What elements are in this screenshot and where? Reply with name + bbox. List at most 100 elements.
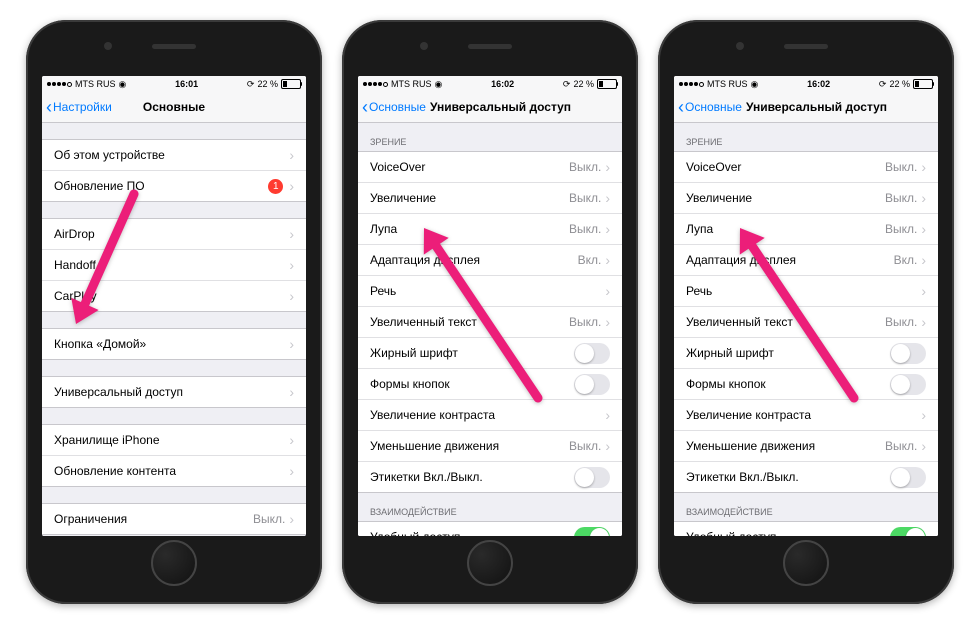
row-label: Этикетки Вкл./Выкл. [370, 470, 574, 484]
settings-row[interactable]: Handoff› [42, 249, 306, 280]
home-button[interactable] [467, 540, 513, 586]
speaker [468, 44, 512, 49]
settings-row[interactable]: CarPlay› [42, 280, 306, 312]
home-button[interactable] [151, 540, 197, 586]
row-label: Речь [370, 284, 605, 298]
row-label: CarPlay [54, 289, 289, 303]
section-header: ВЗАИМОДЕЙСТВИЕ [358, 493, 622, 521]
settings-row[interactable]: Речь› [358, 275, 622, 306]
toggle[interactable] [574, 374, 610, 395]
row-value: Выкл. [569, 439, 601, 453]
spacer [42, 408, 306, 424]
settings-row[interactable]: Увеличенный текстВыкл.› [674, 306, 938, 337]
page-title: Универсальный доступ [430, 100, 618, 114]
status-bar: MTS RUS ◉ 16:02 ⟳ 22 % [674, 76, 938, 92]
chevron-right-icon: › [289, 148, 294, 162]
settings-row[interactable]: ЛупаВыкл.› [674, 213, 938, 244]
orientation-lock-icon: ⟳ [247, 79, 255, 90]
settings-row[interactable]: VoiceOverВыкл.› [674, 151, 938, 182]
settings-row[interactable]: Увеличенный текстВыкл.› [358, 306, 622, 337]
toggle[interactable] [890, 343, 926, 364]
settings-row[interactable]: Удобный доступ [358, 521, 622, 536]
settings-group: VoiceOverВыкл.› УвеличениеВыкл.› ЛупаВык… [674, 151, 938, 493]
carrier-label: MTS RUS [391, 79, 432, 89]
settings-row[interactable]: Адаптация дисплеяВкл.› [358, 244, 622, 275]
chevron-right-icon: › [289, 464, 294, 478]
nav-bar: ‹ Настройки Основные [42, 92, 306, 123]
settings-row[interactable]: AirDrop› [42, 218, 306, 249]
settings-row[interactable]: Этикетки Вкл./Выкл. [358, 461, 622, 493]
settings-row[interactable]: Уменьшение движенияВыкл.› [358, 430, 622, 461]
back-button[interactable]: ‹ Настройки [46, 98, 112, 116]
settings-row[interactable]: Этикетки Вкл./Выкл. [674, 461, 938, 493]
toggle[interactable] [890, 374, 926, 395]
phone-frame: MTS RUS ◉ 16:01 ⟳ 22 % ‹ Настройки Основ… [26, 20, 322, 604]
chevron-right-icon: › [605, 253, 610, 267]
settings-row[interactable]: Удобный доступ [674, 521, 938, 536]
toggle[interactable] [890, 467, 926, 488]
settings-row[interactable]: Универсальный доступ› [42, 376, 306, 408]
toggle[interactable] [890, 527, 926, 537]
settings-row[interactable]: Формы кнопок [358, 368, 622, 399]
page-title: Универсальный доступ [746, 100, 934, 114]
settings-row[interactable]: Уменьшение движенияВыкл.› [674, 430, 938, 461]
chevron-left-icon: ‹ [678, 98, 684, 116]
row-value: Выкл. [569, 222, 601, 236]
chevron-right-icon: › [921, 315, 926, 329]
row-label: Этикетки Вкл./Выкл. [686, 470, 890, 484]
chevron-right-icon: › [921, 191, 926, 205]
settings-group: Об этом устройстве› Обновление ПО1› [42, 139, 306, 202]
chevron-right-icon: › [605, 315, 610, 329]
camera [420, 42, 428, 50]
carrier-label: MTS RUS [707, 79, 748, 89]
settings-row[interactable]: Жирный шрифт [358, 337, 622, 368]
row-label: VoiceOver [686, 160, 885, 174]
settings-row[interactable]: ЛупаВыкл.› [358, 213, 622, 244]
chevron-right-icon: › [921, 160, 926, 174]
row-value: Выкл. [253, 512, 285, 526]
row-label: Жирный шрифт [686, 346, 890, 360]
row-value: Выкл. [885, 439, 917, 453]
settings-row[interactable]: Обновление контента› [42, 455, 306, 487]
row-label: Удобный доступ [686, 530, 890, 536]
settings-row[interactable]: Адаптация дисплеяВкл.› [674, 244, 938, 275]
toggle[interactable] [574, 467, 610, 488]
settings-row[interactable]: ОграниченияВыкл.› [42, 503, 306, 535]
row-value: Вкл. [894, 253, 918, 267]
row-value: Выкл. [885, 222, 917, 236]
wifi-icon: ◉ [435, 79, 443, 90]
toggle[interactable] [574, 343, 610, 364]
settings-row[interactable]: Увеличение контраста› [674, 399, 938, 430]
row-value: Выкл. [885, 191, 917, 205]
settings-row[interactable]: Об этом устройстве› [42, 139, 306, 170]
row-value: Выкл. [569, 160, 601, 174]
spacer [42, 360, 306, 376]
row-label: Универсальный доступ [54, 385, 289, 399]
back-button[interactable]: ‹ Основные [362, 98, 426, 116]
row-label: Адаптация дисплея [686, 253, 894, 267]
settings-row[interactable]: Речь› [674, 275, 938, 306]
settings-row[interactable]: Кнопка «Домой»› [42, 328, 306, 360]
toggle[interactable] [574, 527, 610, 537]
carrier-label: MTS RUS [75, 79, 116, 89]
settings-row[interactable]: Жирный шрифт [674, 337, 938, 368]
home-button[interactable] [783, 540, 829, 586]
chevron-right-icon: › [921, 408, 926, 422]
chevron-right-icon: › [605, 408, 610, 422]
row-label: Адаптация дисплея [370, 253, 578, 267]
settings-row[interactable]: Обновление ПО1› [42, 170, 306, 202]
nav-bar: ‹ Основные Универсальный доступ [674, 92, 938, 123]
settings-row[interactable]: УвеличениеВыкл.› [358, 182, 622, 213]
settings-row[interactable]: Формы кнопок [674, 368, 938, 399]
settings-row[interactable]: Увеличение контраста› [358, 399, 622, 430]
settings-row[interactable]: УвеличениеВыкл.› [674, 182, 938, 213]
row-label: VoiceOver [370, 160, 569, 174]
settings-row[interactable]: VoiceOverВыкл.› [358, 151, 622, 182]
settings-row[interactable]: Хранилище iPhone› [42, 424, 306, 455]
phone-frame: MTS RUS ◉ 16:02 ⟳ 22 % ‹ Основные Универ… [342, 20, 638, 604]
badge: 1 [268, 179, 283, 194]
back-button[interactable]: ‹ Основные [678, 98, 742, 116]
screen: MTS RUS ◉ 16:01 ⟳ 22 % ‹ Настройки Основ… [42, 76, 306, 536]
chevron-left-icon: ‹ [46, 98, 52, 116]
row-label: Формы кнопок [370, 377, 574, 391]
